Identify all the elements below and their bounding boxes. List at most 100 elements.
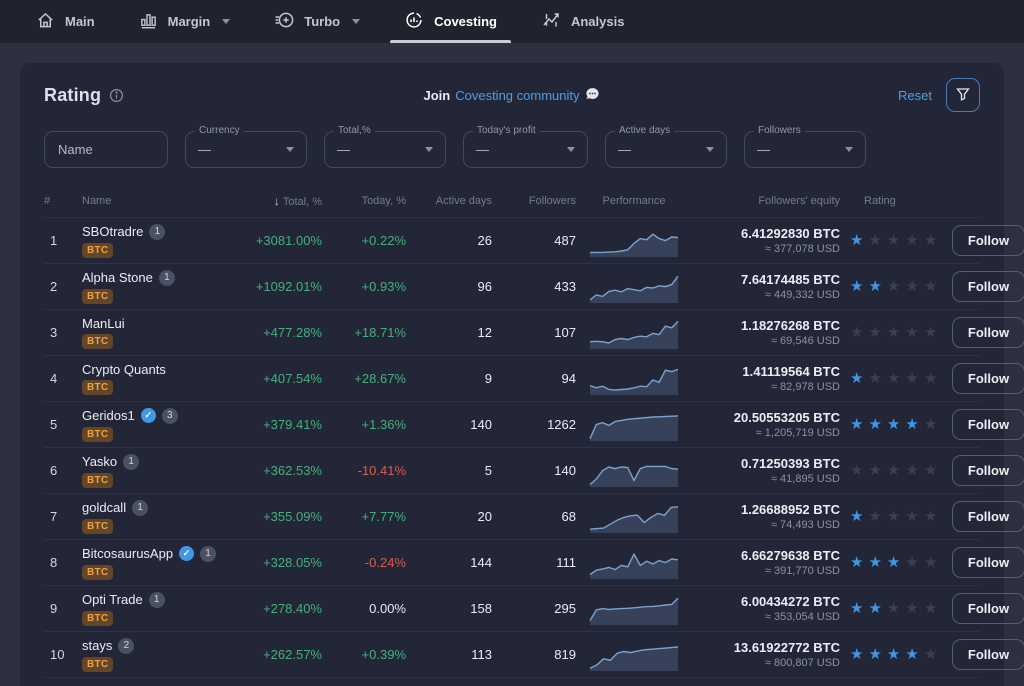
follow-button[interactable]: Follow [952,225,1024,256]
star-icon[interactable]: ★ [924,463,937,478]
equity-usd-value: ≈ 391,770 USD [692,565,840,577]
trader-name-link[interactable]: SBOtradre [82,224,143,239]
star-icon[interactable]: ★ [905,647,918,662]
star-icon[interactable]: ★ [850,417,863,432]
star-icon[interactable]: ★ [887,417,900,432]
trader-name-link[interactable]: Opti Trade [82,592,143,607]
star-icon[interactable]: ★ [868,417,881,432]
follow-button[interactable]: Follow [952,501,1024,532]
follow-button[interactable]: Follow [952,271,1024,302]
star-icon[interactable]: ★ [905,325,918,340]
star-icon[interactable]: ★ [868,325,881,340]
trader-name-link[interactable]: BitcosaurusApp [82,546,173,561]
star-icon[interactable]: ★ [924,371,937,386]
star-icon[interactable]: ★ [905,601,918,616]
star-icon[interactable]: ★ [887,463,900,478]
star-icon[interactable]: ★ [905,417,918,432]
star-icon[interactable]: ★ [924,509,937,524]
equity-btc-value: 1.26688952 BTC [692,502,840,517]
star-icon[interactable]: ★ [905,371,918,386]
nav-item-analysis[interactable]: Analysis [519,0,646,43]
trader-name-link[interactable]: Crypto Quants [82,362,166,377]
rank-number: 4 [44,371,82,386]
nav-item-margin[interactable]: Margin [117,0,253,43]
follow-button[interactable]: Follow [952,317,1024,348]
nav-item-turbo[interactable]: Turbo [252,0,382,43]
star-icon[interactable]: ★ [887,647,900,662]
info-icon[interactable] [109,88,124,103]
star-icon[interactable]: ★ [924,647,937,662]
star-icon[interactable]: ★ [887,555,900,570]
col-active-days[interactable]: Active days [406,195,492,207]
star-icon[interactable]: ★ [850,233,863,248]
nav-item-covesting[interactable]: Covesting [382,0,519,43]
covesting-community-link[interactable]: Covesting community [455,88,579,103]
star-icon[interactable]: ★ [905,463,918,478]
star-icon[interactable]: ★ [887,601,900,616]
dropdown-value: — [757,142,770,157]
star-icon[interactable]: ★ [868,555,881,570]
currency-filter-dropdown[interactable]: Currency — [185,131,307,168]
star-icon[interactable]: ★ [924,417,937,432]
today-percent: -0.24% [322,555,406,570]
star-icon[interactable]: ★ [887,371,900,386]
star-icon[interactable]: ★ [868,463,881,478]
star-icon[interactable]: ★ [868,371,881,386]
star-icon[interactable]: ★ [887,279,900,294]
star-icon[interactable]: ★ [905,279,918,294]
col-today[interactable]: Today, % [322,195,406,207]
star-icon[interactable]: ★ [850,463,863,478]
star-icon[interactable]: ★ [868,279,881,294]
star-icon[interactable]: ★ [924,325,937,340]
trader-name-link[interactable]: stays [82,638,112,653]
star-icon[interactable]: ★ [905,555,918,570]
star-icon[interactable]: ★ [905,233,918,248]
star-icon[interactable]: ★ [905,509,918,524]
followers-count: 295 [492,601,576,616]
today-percent: +7.77% [322,509,406,524]
trader-name-link[interactable]: Geridos1 [82,408,135,423]
active-days-filter-dropdown[interactable]: Active days — [605,131,727,168]
trader-name-link[interactable]: Yasko [82,454,117,469]
star-icon[interactable]: ★ [850,371,863,386]
star-icon[interactable]: ★ [887,233,900,248]
star-icon[interactable]: ★ [868,601,881,616]
follow-button[interactable]: Follow [952,363,1024,394]
todays-profit-filter-dropdown[interactable]: Today's profit — [463,131,588,168]
nav-item-main[interactable]: Main [14,0,117,43]
follow-button[interactable]: Follow [952,593,1024,624]
star-icon[interactable]: ★ [850,647,863,662]
star-icon[interactable]: ★ [924,233,937,248]
star-icon[interactable]: ★ [887,509,900,524]
trader-name-link[interactable]: goldcall [82,500,126,515]
follow-button[interactable]: Follow [952,455,1024,486]
star-icon[interactable]: ★ [850,555,863,570]
star-icon[interactable]: ★ [850,509,863,524]
top-nav: Main Margin Turbo Covesting [0,0,1024,43]
filter-button[interactable] [946,78,980,112]
reset-filters-link[interactable]: Reset [898,88,932,103]
star-icon[interactable]: ★ [924,279,937,294]
trader-name-link[interactable]: Alpha Stone [82,270,153,285]
star-icon[interactable]: ★ [850,601,863,616]
follow-button[interactable]: Follow [952,409,1024,440]
total-filter-dropdown[interactable]: Total,% — [324,131,446,168]
col-total[interactable]: ↓Total, % [230,194,322,208]
star-icon[interactable]: ★ [868,233,881,248]
col-followers[interactable]: Followers [492,195,576,207]
total-percent: +328.05% [230,555,322,570]
star-icon[interactable]: ★ [850,279,863,294]
follow-button[interactable]: Follow [952,547,1024,578]
trader-name-link[interactable]: ManLui [82,316,125,331]
star-icon[interactable]: ★ [887,325,900,340]
star-icon[interactable]: ★ [850,325,863,340]
follow-button[interactable]: Follow [952,639,1024,670]
star-icon[interactable]: ★ [924,601,937,616]
star-icon[interactable]: ★ [868,647,881,662]
star-icon[interactable]: ★ [868,509,881,524]
name-filter-input[interactable] [44,131,168,168]
followers-count: 140 [492,463,576,478]
followers-filter-dropdown[interactable]: Followers — [744,131,866,168]
star-icon[interactable]: ★ [924,555,937,570]
performance-cell [576,270,692,304]
